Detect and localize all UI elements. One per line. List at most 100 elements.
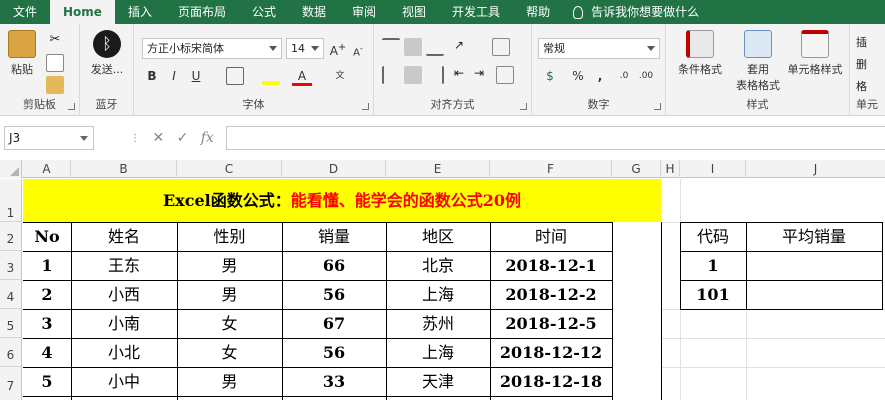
- insert-function-icon[interactable]: fx: [201, 130, 214, 146]
- row-header-4[interactable]: 4: [0, 280, 22, 309]
- table-cell-name[interactable]: 王东: [71, 251, 177, 280]
- column-header-h[interactable]: H: [661, 160, 680, 178]
- align-left-icon[interactable]: [382, 66, 400, 84]
- side-cell-code[interactable]: 1: [680, 251, 746, 280]
- table-cell-name[interactable]: 小中: [71, 367, 177, 396]
- conditional-formatting-button[interactable]: 条件格式: [672, 30, 728, 77]
- table-cell-region[interactable]: 天津: [386, 367, 490, 396]
- font-name-select[interactable]: 方正小标宋简体: [142, 38, 282, 59]
- header-name[interactable]: 姓名: [71, 222, 177, 251]
- table-cell-gender[interactable]: 男: [177, 367, 282, 396]
- header-no[interactable]: No: [23, 222, 71, 251]
- merge-center-icon[interactable]: [496, 66, 514, 84]
- column-header-d[interactable]: D: [282, 160, 386, 178]
- table-cell-gender[interactable]: 男: [177, 251, 282, 280]
- borders-icon[interactable]: [226, 67, 244, 85]
- font-size-select[interactable]: 14: [286, 38, 324, 59]
- tab-help[interactable]: 帮助: [513, 0, 563, 24]
- delete-cells-button[interactable]: 删: [856, 56, 867, 72]
- shrink-font-icon[interactable]: A-: [348, 38, 368, 58]
- tab-data[interactable]: 数据: [289, 0, 339, 24]
- bold-icon[interactable]: B: [142, 66, 162, 86]
- grow-font-icon[interactable]: A+: [328, 38, 348, 58]
- tab-formulas[interactable]: 公式: [239, 0, 289, 24]
- table-cell-sales[interactable]: 33: [282, 367, 386, 396]
- font-color-icon[interactable]: A: [292, 66, 312, 86]
- header-sales[interactable]: 销量: [282, 222, 386, 251]
- column-header-c[interactable]: C: [177, 160, 282, 178]
- column-header-e[interactable]: E: [386, 160, 490, 178]
- row-header-7[interactable]: 7: [0, 367, 22, 400]
- row-header-5[interactable]: 5: [0, 309, 22, 338]
- table-cell-no[interactable]: 5: [23, 367, 71, 396]
- table-cell-region[interactable]: 北京: [386, 251, 490, 280]
- tab-developer[interactable]: 开发工具: [439, 0, 513, 24]
- align-center-icon[interactable]: [404, 66, 422, 84]
- alignment-launcher-icon[interactable]: [520, 103, 527, 110]
- side-cell-average[interactable]: [746, 280, 882, 309]
- fill-color-icon[interactable]: [262, 67, 280, 85]
- tab-view[interactable]: 视图: [389, 0, 439, 24]
- increase-indent-icon[interactable]: ⇥: [474, 66, 492, 84]
- column-header-i[interactable]: I: [680, 160, 746, 178]
- increase-decimal-icon[interactable]: .0: [614, 66, 634, 86]
- tab-home[interactable]: Home: [50, 0, 115, 24]
- table-cell-name[interactable]: 小西: [71, 280, 177, 309]
- copy-icon[interactable]: [46, 54, 64, 72]
- format-as-table-button[interactable]: 套用 表格格式: [732, 30, 784, 93]
- row-header-3[interactable]: 3: [0, 251, 22, 280]
- side-cell-code[interactable]: 101: [680, 280, 746, 309]
- row-header-6[interactable]: 6: [0, 338, 22, 367]
- table-cell-time[interactable]: 2018-12-2: [490, 280, 612, 309]
- format-painter-icon[interactable]: [46, 76, 64, 94]
- insert-cells-button[interactable]: 插: [856, 34, 867, 50]
- table-cell-sales[interactable]: 56: [282, 280, 386, 309]
- table-cell-time[interactable]: 2018-12-1: [490, 251, 612, 280]
- table-cell-region[interactable]: 上海: [386, 280, 490, 309]
- italic-icon[interactable]: I: [164, 66, 184, 86]
- comma-style-icon[interactable]: ,: [590, 66, 610, 86]
- column-header-g[interactable]: G: [612, 160, 661, 178]
- orientation-icon[interactable]: ↗: [454, 38, 472, 56]
- cancel-icon[interactable]: ✕: [153, 130, 165, 146]
- column-header-j[interactable]: J: [746, 160, 885, 178]
- table-cell-gender[interactable]: 女: [177, 309, 282, 338]
- font-launcher-icon[interactable]: [362, 103, 369, 110]
- number-format-select[interactable]: 常规: [538, 38, 660, 59]
- table-cell-no[interactable]: 1: [23, 251, 71, 280]
- table-cell-no[interactable]: 3: [23, 309, 71, 338]
- row-header-2[interactable]: 2: [0, 222, 22, 251]
- column-header-b[interactable]: B: [71, 160, 177, 178]
- phonetic-icon[interactable]: 文: [330, 66, 350, 86]
- clipboard-launcher-icon[interactable]: [68, 103, 75, 110]
- table-cell-time[interactable]: 2018-12-5: [490, 309, 612, 338]
- header-region[interactable]: 地区: [386, 222, 490, 251]
- enter-icon[interactable]: ✓: [177, 130, 189, 146]
- header-code[interactable]: 代码: [680, 222, 746, 251]
- table-cell-name[interactable]: 小北: [71, 338, 177, 367]
- tab-insert[interactable]: 插入: [115, 0, 165, 24]
- tab-page-layout[interactable]: 页面布局: [165, 0, 239, 24]
- row-header-1[interactable]: 1: [0, 179, 22, 222]
- table-cell-gender[interactable]: 女: [177, 338, 282, 367]
- cell-styles-button[interactable]: 单元格样式: [784, 30, 846, 77]
- align-middle-icon[interactable]: [404, 38, 422, 56]
- side-cell-average[interactable]: [746, 251, 882, 280]
- align-top-icon[interactable]: [382, 38, 400, 56]
- worksheet-grid[interactable]: A B C D E F G H I J 1 2 3 4 5 6 7 Excel函…: [0, 160, 885, 400]
- header-gender[interactable]: 性别: [177, 222, 282, 251]
- table-cell-no[interactable]: 2: [23, 280, 71, 309]
- column-header-f[interactable]: F: [490, 160, 612, 178]
- header-time[interactable]: 时间: [490, 222, 612, 251]
- wrap-text-icon[interactable]: [492, 38, 510, 56]
- sheet-title[interactable]: Excel函数公式：能看懂、能学会的函数公式20例: [23, 179, 661, 222]
- name-box[interactable]: J3: [4, 126, 94, 150]
- table-cell-gender[interactable]: 男: [177, 280, 282, 309]
- underline-icon[interactable]: U: [186, 66, 206, 86]
- table-cell-sales[interactable]: 66: [282, 251, 386, 280]
- select-all-button[interactable]: [0, 160, 22, 178]
- align-bottom-icon[interactable]: [426, 38, 444, 56]
- accounting-format-icon[interactable]: $: [540, 66, 560, 86]
- bluetooth-send-button[interactable]: ᛒ 发送...: [86, 30, 128, 77]
- table-cell-region[interactable]: 上海: [386, 338, 490, 367]
